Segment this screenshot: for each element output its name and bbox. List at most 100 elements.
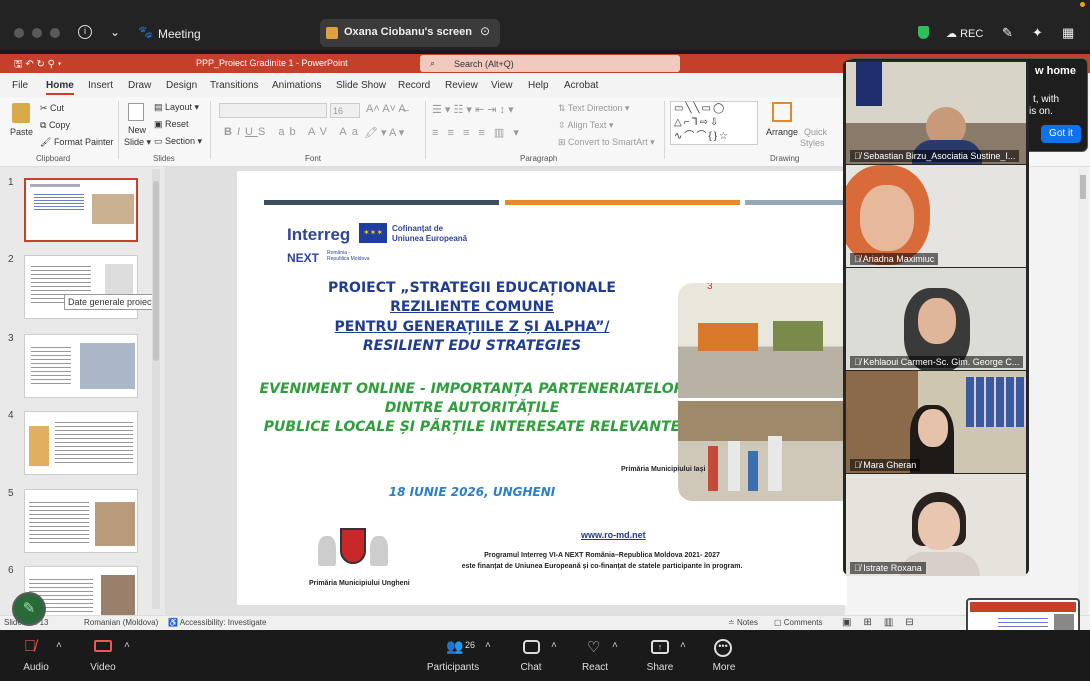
text-direction-button[interactable]: ⇅ Text Direction ▾ — [558, 103, 629, 114]
sparkle-icon[interactable]: ✦ — [1032, 25, 1043, 41]
quick-access-icons[interactable]: 🖫 ↶ ↻ ⚲ ▾ — [14, 57, 61, 74]
participants-chevron-icon[interactable]: ˄ — [485, 640, 491, 651]
chat-button[interactable]: Chat — [501, 662, 561, 673]
quick-styles-button[interactable]: Quick — [804, 127, 827, 137]
tab-review[interactable]: Review — [445, 80, 478, 91]
tab-design[interactable]: Design — [166, 80, 197, 91]
top-bar-dark — [264, 200, 499, 205]
notes-button[interactable]: ≐ Notes — [728, 618, 758, 627]
tab-file[interactable]: File — [12, 80, 28, 91]
new-slide-icon[interactable] — [128, 103, 144, 121]
video-off-icon[interactable] — [94, 640, 112, 652]
paste-button[interactable]: Paste — [10, 127, 33, 137]
tab-help[interactable]: Help — [528, 80, 549, 91]
more-icon[interactable]: ••• — [714, 639, 732, 657]
arrange-icon[interactable] — [772, 102, 792, 122]
list-icons[interactable]: ☰ ▾ ☷ ▾ ⇤ ⇥ ↕ ▾ — [432, 103, 514, 116]
slide-scrollbar[interactable] — [1078, 167, 1088, 615]
arrange-button[interactable]: Arrange — [766, 127, 798, 137]
tab-animations[interactable]: Animations — [272, 80, 321, 91]
participant-video-1[interactable]: 🎙̸ Sebastian Birzu_Asociatia Sustine_I..… — [846, 62, 1026, 164]
cut-button[interactable]: ✂ Cut — [40, 103, 64, 114]
participant-name-text: Sebastian Birzu_Asociatia Sustine_I... — [863, 151, 1016, 161]
cofin-text: Cofinanțat de Uniunea Europeană — [392, 224, 467, 244]
react-button[interactable]: React — [565, 662, 625, 673]
chat-chevron-icon[interactable]: ˄ — [551, 640, 557, 651]
participant-video-3[interactable]: 🎙̸ Kehlaoui Carmen-Sc. Gim. George C... — [846, 268, 1026, 370]
participant-video-2[interactable]: 🎙̸ Ariadna Maximiuc — [846, 165, 1026, 267]
annotate-pencil-button[interactable]: ✎ — [12, 592, 46, 626]
heart-icon[interactable]: ♡ — [587, 638, 600, 656]
info-icon[interactable]: i — [78, 25, 92, 39]
pencil-icon[interactable]: ✎ — [1002, 25, 1013, 41]
share-chevron-icon[interactable]: ˄ — [680, 640, 686, 651]
current-slide[interactable]: Interreg ✶✶✶ Cofinanțat de Uniunea Europe… — [237, 171, 847, 605]
audio-options-chevron-icon[interactable]: ˄ — [56, 640, 62, 651]
tab-acrobat[interactable]: Acrobat — [564, 80, 598, 91]
align-text-button[interactable]: ⇳ Align Text ▾ — [558, 120, 613, 131]
new-slide-button[interactable]: New — [128, 125, 146, 135]
reset-button[interactable]: ▣ Reset — [154, 119, 189, 130]
new-slide-button-line2[interactable]: Slide ▾ — [124, 137, 151, 148]
participants-icon[interactable]: 👥 — [446, 638, 463, 655]
font-color-icons[interactable]: 🖍 ▾ A ▾ — [364, 126, 404, 139]
tab-insert[interactable]: Insert — [88, 80, 113, 91]
tab-slide-show[interactable]: Slide Show — [336, 80, 386, 91]
format-painter-button[interactable]: 🖌 Format Painter — [40, 137, 113, 148]
video-options-chevron-icon[interactable]: ˄ — [124, 640, 130, 651]
participants-button[interactable]: Participants — [423, 662, 483, 673]
slide-thumb-5[interactable] — [24, 489, 138, 553]
mic-muted-icon[interactable]: 🎙̸ — [24, 638, 36, 656]
thumbs-scroll-thumb[interactable] — [153, 181, 159, 361]
rec-indicator[interactable]: ☁ REC — [946, 27, 983, 40]
window-maximize-button[interactable] — [50, 28, 60, 38]
accessibility-status[interactable]: ♿ Accessibility: Investigate — [168, 618, 266, 627]
more-options-icon[interactable]: ⊙ — [480, 24, 490, 38]
chat-icon[interactable] — [523, 640, 540, 654]
status-bar: Slide 1 of 13 Romanian (Moldova) ♿ Acces… — [0, 615, 1090, 630]
section-button[interactable]: ▭ Section ▾ — [154, 136, 202, 147]
got-it-button[interactable]: Got it — [1041, 125, 1081, 143]
tab-view[interactable]: View — [491, 80, 513, 91]
tab-transitions[interactable]: Transitions — [210, 80, 259, 91]
scroll-thumb[interactable] — [1080, 175, 1086, 199]
view-icons[interactable]: ▣⊞▥⊟ — [842, 617, 926, 628]
grid-view-icon[interactable]: ▦ — [1062, 25, 1074, 41]
window-minimize-button[interactable] — [32, 28, 42, 38]
more-button[interactable]: More — [694, 662, 754, 673]
language[interactable]: Romanian (Moldova) — [84, 618, 158, 627]
share-button[interactable]: Share — [630, 662, 690, 673]
section-label: Section — [165, 136, 196, 146]
audio-button[interactable]: Audio — [6, 662, 66, 673]
website-link[interactable]: www.ro-md.net — [581, 530, 646, 540]
tab-record[interactable]: Record — [398, 80, 430, 91]
comments-button[interactable]: ▢ Comments — [774, 618, 822, 627]
tab-home[interactable]: Home — [46, 80, 74, 91]
photo-bottle — [748, 451, 758, 491]
screen-share-indicator[interactable]: Oxana Ciobanu's screen ⊙ — [320, 19, 500, 47]
smartart-button[interactable]: ⊞ Convert to SmartArt ▾ — [558, 137, 655, 148]
share-screen-icon[interactable]: ↑ — [651, 640, 669, 654]
quick-styles-button-line2[interactable]: Styles — [800, 138, 825, 148]
thumb-number: 2 — [8, 254, 14, 265]
font-grow-shrink-icon[interactable]: A˄ A˅ A̶ — [366, 103, 406, 115]
layout-button[interactable]: ▤ Layout ▾ — [154, 102, 199, 113]
font-size-box[interactable]: 16 — [330, 103, 360, 118]
participant-video-5[interactable]: 🎙̸ Istrate Roxana — [846, 474, 1026, 576]
align-icons[interactable]: ≡ ≡ ≡ ≡ ▥ ▾ — [432, 126, 522, 139]
slide-thumb-1[interactable] — [24, 178, 138, 242]
shapes-gallery[interactable]: ▭╲╲▭◯ △⌐ᒣ⇨⇩ ∿⌒⌒{}☆ — [670, 101, 758, 145]
react-chevron-icon[interactable]: ˄ — [612, 640, 618, 651]
copy-button[interactable]: ⧉ Copy — [40, 120, 70, 131]
window-close-button[interactable] — [14, 28, 24, 38]
font-name-box[interactable] — [219, 103, 327, 118]
slide-thumb-3[interactable] — [24, 334, 138, 398]
participant-video-4[interactable]: 🎙̸ Mara Gheran — [846, 371, 1026, 473]
tab-draw[interactable]: Draw — [128, 80, 151, 91]
slide-thumb-4[interactable] — [24, 411, 138, 475]
chevron-down-icon[interactable]: ⌄ — [110, 25, 120, 39]
font-style-icons[interactable]: BIUS ab AV Aa — [224, 126, 363, 138]
paste-icon[interactable] — [12, 103, 30, 123]
search-input[interactable]: ⌕ Search (Alt+Q) — [420, 55, 680, 72]
video-button[interactable]: Video — [73, 662, 133, 673]
